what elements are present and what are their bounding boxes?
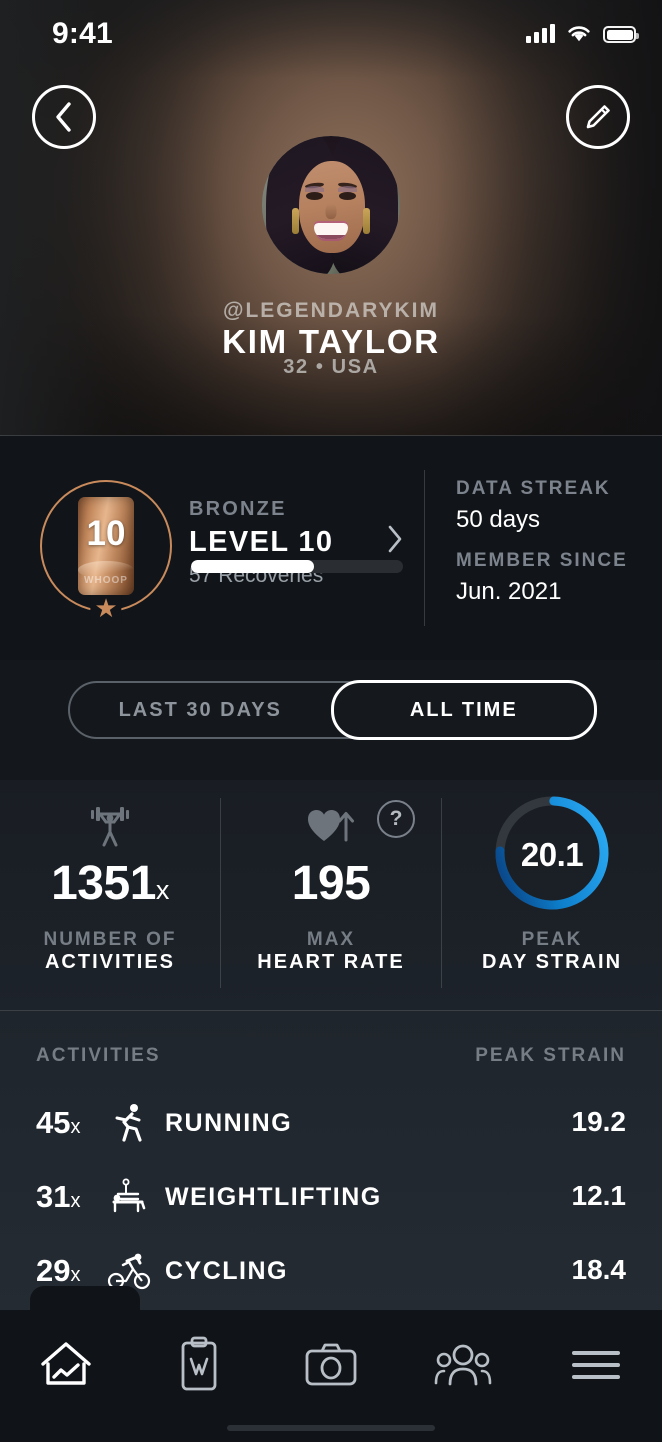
stat-activities-label1: NUMBER OF (43, 929, 177, 950)
status-bar: 9:41 (0, 0, 662, 62)
activity-name: WEIGHTLIFTING (165, 1183, 382, 1211)
data-streak-label: DATA STREAK (456, 478, 611, 499)
toggle-option-all-time[interactable]: ALL TIME (330, 680, 597, 740)
battery-full-icon (603, 26, 639, 43)
avatar-photo (262, 136, 400, 274)
data-streak-value: 50 days (456, 506, 541, 533)
activity-count: 29x (36, 1253, 81, 1288)
nav-item-community[interactable] (397, 1310, 529, 1420)
profile-handle: @LEGENDARYKIM (222, 299, 440, 322)
stat-peak-day-strain-label1: PEAK (521, 929, 583, 950)
strain-ring: 20.1 (491, 792, 613, 914)
stat-activities-value: 1351x (51, 857, 169, 910)
activity-count: 45x (36, 1105, 81, 1140)
stats-row: 1351x NUMBER OF ACTIVITIES 195 MAX HEART… (0, 780, 662, 1010)
activity-peak-strain: 18.4 (571, 1254, 627, 1285)
nav-item-journal[interactable] (132, 1310, 264, 1420)
journal-clipboard-icon (181, 1336, 217, 1391)
profile-hero: @LEGENDARYKIM KIM TAYLOR 32 • USA (0, 0, 662, 436)
app-screen: @LEGENDARYKIM KIM TAYLOR 32 • USA 9:41 1… (0, 0, 662, 1442)
status-time: 9:41 (52, 17, 113, 50)
level-tier: BRONZE (189, 498, 287, 520)
nav-item-camera[interactable] (265, 1310, 397, 1420)
table-row[interactable]: 31x WEIGHTLIFTING 12.1 (0, 1157, 662, 1231)
running-icon (105, 1101, 155, 1145)
home-indicator (227, 1425, 435, 1431)
data-streak-group: DATA STREAK 50 days (456, 478, 611, 534)
camera-icon (305, 1343, 357, 1386)
activities-table: ACTIVITIES PEAK STRAIN 45x RUNNING 19.2 (0, 1011, 662, 1311)
stat-max-heart-rate-value: 195 (291, 857, 371, 910)
stat-activities: 1351x NUMBER OF ACTIVITIES (0, 780, 220, 1010)
badge-number: 10 (86, 514, 126, 553)
activities-header-right: PEAK STRAIN (475, 1045, 626, 1066)
activity-name: CYCLING (165, 1257, 288, 1285)
activity-count: 31x (36, 1179, 81, 1214)
level-progress-fill (191, 560, 314, 573)
stat-peak-day-strain: 20.1 PEAK DAY STRAIN (442, 780, 662, 1010)
timeframe-toggle[interactable]: LAST 30 DAYS ALL TIME (68, 680, 597, 740)
level-badge[interactable]: 10 WHOOP ★ (40, 480, 172, 621)
level-progress-bar (191, 560, 403, 573)
stat-max-heart-rate-label1: MAX (306, 929, 356, 950)
badge-star-icon: ★ (90, 595, 122, 621)
toggle-option-last-30-days[interactable]: LAST 30 DAYS (70, 683, 331, 737)
activities-header-left: ACTIVITIES (36, 1045, 161, 1066)
badge-band: 10 WHOOP (78, 497, 134, 595)
activity-peak-strain: 19.2 (571, 1106, 627, 1137)
badge-brand-label: WHOOP (84, 575, 128, 586)
table-row[interactable]: 45x RUNNING 19.2 (0, 1083, 662, 1157)
cellular-signal-icon (526, 24, 555, 43)
activities-table-header: ACTIVITIES PEAK STRAIN (0, 1045, 662, 1069)
avatar[interactable] (262, 136, 400, 274)
member-since-group: MEMBER SINCE Jun. 2021 (456, 550, 628, 606)
strain-ring-value: 20.1 (520, 836, 584, 873)
status-icons (526, 24, 639, 43)
member-since-label: MEMBER SINCE (456, 550, 628, 571)
stat-max-heart-rate-label2: HEART RATE (257, 951, 405, 973)
edit-pencil-icon (586, 105, 610, 129)
community-people-icon (435, 1344, 492, 1386)
activity-name: RUNNING (165, 1109, 293, 1137)
level-card[interactable]: 10 WHOOP ★ BRONZE LEVEL 10 57 Recoveries (0, 436, 662, 660)
level-card-divider (424, 470, 425, 626)
stat-peak-day-strain-label2: DAY STRAIN (481, 951, 623, 973)
level-title: LEVEL 10 (189, 526, 334, 558)
menu-hamburger-icon (571, 1351, 620, 1379)
edit-profile-button[interactable] (566, 85, 630, 149)
member-since-value: Jun. 2021 (456, 578, 562, 605)
weightlifting-bench-icon (105, 1175, 155, 1219)
nav-item-home[interactable] (0, 1310, 132, 1420)
level-text-group: BRONZE LEVEL 10 57 Recoveries (189, 498, 333, 588)
stat-activities-label2: ACTIVITIES (44, 951, 175, 973)
weightlifting-icon (0, 802, 220, 850)
back-button[interactable] (32, 85, 96, 149)
home-icon (41, 1342, 91, 1385)
wifi-icon (568, 26, 590, 42)
nav-item-menu[interactable] (530, 1310, 662, 1420)
timeframe-toggle-zone: LAST 30 DAYS ALL TIME (0, 660, 662, 780)
bottom-nav (0, 1310, 662, 1442)
help-button[interactable]: ? (377, 800, 415, 838)
activity-peak-strain: 12.1 (571, 1180, 627, 1211)
chevron-right-icon (388, 525, 402, 553)
level-chevron-right[interactable] (386, 524, 404, 559)
back-chevron-icon (56, 102, 71, 132)
profile-subinfo: 32 • USA (283, 356, 379, 378)
